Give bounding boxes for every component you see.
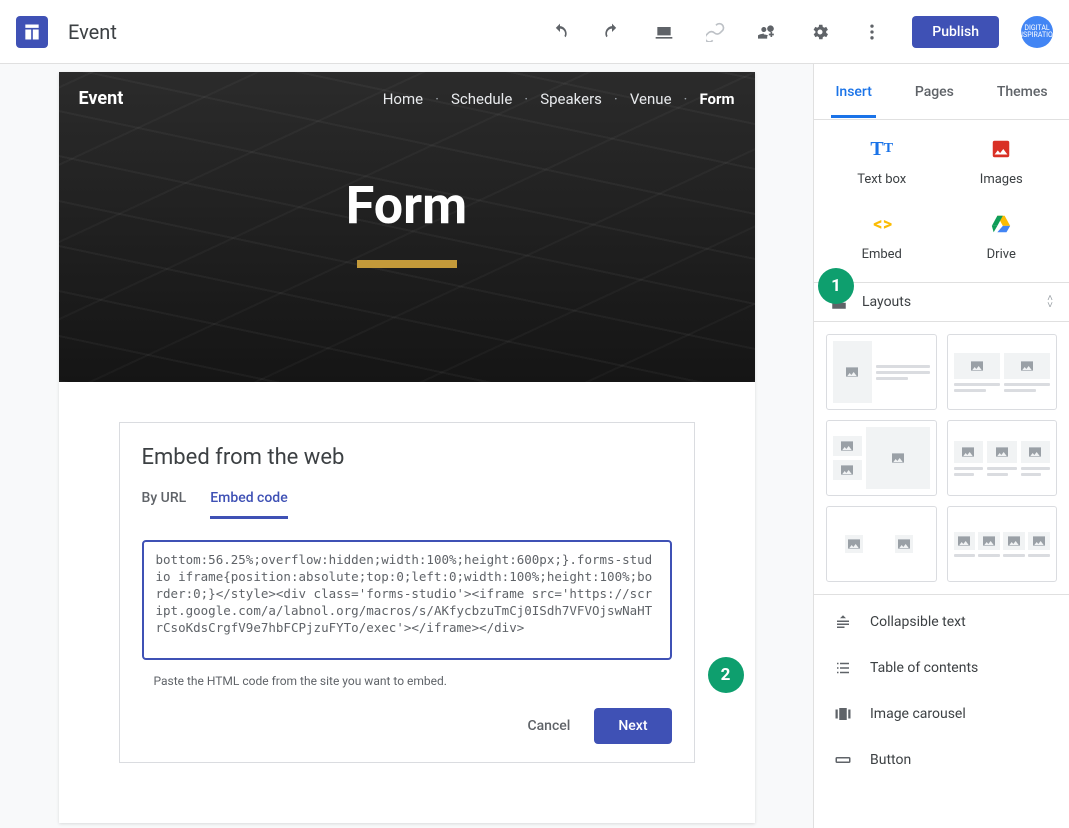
image-icon [988, 136, 1014, 162]
page-title[interactable]: Form [59, 175, 755, 236]
publish-button[interactable]: Publish [912, 16, 999, 48]
component-table-of-contents[interactable]: Table of contents [814, 645, 1069, 691]
nav-home[interactable]: Home [383, 90, 423, 108]
undo-button[interactable] [540, 12, 580, 52]
canvas-area: Event Home · Schedule · Speakers · Venue… [0, 64, 813, 828]
dialog-title: Embed from the web [142, 445, 672, 470]
layout-option-1[interactable] [826, 334, 937, 410]
layout-option-6[interactable] [947, 506, 1058, 582]
text-icon: TT [869, 136, 895, 162]
layout-option-3[interactable] [826, 420, 937, 496]
insert-text-box[interactable]: TT Text box [822, 136, 942, 187]
drive-icon [988, 211, 1014, 237]
title-underline [357, 260, 457, 268]
tab-by-url[interactable]: By URL [142, 490, 187, 519]
cancel-button[interactable]: Cancel [524, 710, 575, 742]
component-button[interactable]: Button [814, 737, 1069, 783]
account-avatar[interactable]: DIGITAL INSPIRATION [1021, 16, 1053, 48]
component-collapsible-text[interactable]: Collapsible text [814, 599, 1069, 645]
more-button[interactable] [852, 12, 892, 52]
embed-code-input[interactable] [142, 540, 672, 660]
sidebar-tab-themes[interactable]: Themes [993, 66, 1052, 118]
site-nav: Event Home · Schedule · Speakers · Venue… [59, 72, 755, 125]
share-button[interactable] [748, 12, 788, 52]
site-canvas[interactable]: Event Home · Schedule · Speakers · Venue… [59, 72, 755, 823]
sidebar-tab-pages[interactable]: Pages [911, 66, 958, 118]
redo-button[interactable] [592, 12, 632, 52]
preview-button[interactable] [644, 12, 684, 52]
next-button[interactable]: Next [594, 708, 671, 744]
right-sidebar: Insert Pages Themes 1 TT Text box Images… [813, 64, 1069, 828]
tab-embed-code[interactable]: Embed code [210, 490, 287, 519]
nav-venue[interactable]: Venue [630, 90, 672, 108]
layout-option-4[interactable] [947, 420, 1058, 496]
component-image-carousel[interactable]: Image carousel [814, 691, 1069, 737]
layout-option-2[interactable] [947, 334, 1058, 410]
collapse-icon[interactable]: ˄˅ [1047, 295, 1053, 309]
layout-option-5[interactable] [826, 506, 937, 582]
embed-icon: < > [869, 211, 895, 237]
layout-options [814, 322, 1069, 595]
embed-hint: Paste the HTML code from the site you wa… [142, 674, 672, 688]
nav-form[interactable]: Form [699, 90, 734, 108]
annotation-badge-2: 2 [708, 657, 744, 693]
embed-dialog: Embed from the web By URL Embed code Pas… [119, 422, 695, 763]
site-title[interactable]: Event [79, 88, 124, 109]
nav-speakers[interactable]: Speakers [540, 90, 602, 108]
insert-images[interactable]: Images [942, 136, 1062, 187]
app-icon [16, 16, 48, 48]
annotation-badge-1: 1 [818, 268, 854, 304]
hero-section: Event Home · Schedule · Speakers · Venue… [59, 72, 755, 382]
link-button[interactable] [696, 12, 736, 52]
insert-drive[interactable]: Drive [942, 211, 1062, 262]
document-title[interactable]: Event [68, 20, 117, 44]
nav-schedule[interactable]: Schedule [451, 90, 512, 108]
settings-button[interactable] [800, 12, 840, 52]
sidebar-tab-insert[interactable]: Insert [831, 66, 875, 118]
top-toolbar: Event Publish DIGITAL INSPIRATION [0, 0, 1069, 64]
insert-embed[interactable]: < > Embed [822, 211, 942, 262]
